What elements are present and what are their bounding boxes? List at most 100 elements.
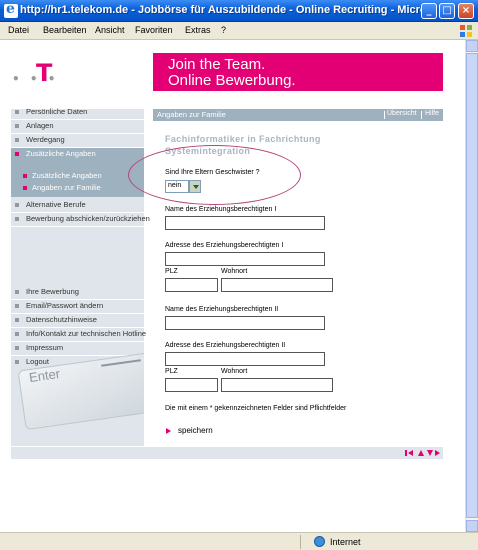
maximize-button[interactable]: □ (439, 3, 455, 19)
guardian1-city-field[interactable] (221, 278, 333, 292)
sidebar-item-datenschutz[interactable]: Datenschutzhinweise (11, 314, 144, 326)
sidebar-item-label: Anlagen (26, 121, 54, 130)
arrow-right-icon[interactable] (166, 428, 171, 434)
guardian2-plz-label: PLZ (165, 368, 178, 375)
guardian2-address-label: Adresse des Erziehungsberechtigten II (165, 342, 286, 349)
sidebar-item-email-passwort[interactable]: Email/Passwort ändern (11, 300, 144, 312)
guardian2-address-field[interactable] (165, 352, 325, 366)
guardian2-city-field[interactable] (221, 378, 333, 392)
siblings-select-value: nein (168, 182, 182, 189)
bullet-icon (23, 174, 27, 178)
close-button[interactable]: × (458, 3, 474, 19)
scroll-thumb[interactable] (466, 53, 478, 518)
vertical-scrollbar[interactable] (465, 40, 478, 532)
divider (384, 111, 385, 119)
next-page-icon[interactable] (435, 450, 440, 456)
bullet-icon (15, 124, 19, 128)
guardian1-address-field[interactable] (165, 252, 325, 266)
siblings-select[interactable]: nein (165, 180, 189, 193)
bullet-icon (15, 332, 19, 336)
menu-bar: Datei Bearbeiten Ansicht Favoriten Extra… (0, 22, 478, 40)
guardian1-address-label: Adresse des Erziehungsberechtigten I (165, 242, 284, 249)
sidebar-item-ihre-bewerbung[interactable]: Ihre Bewerbung (11, 286, 144, 298)
menu-extras[interactable]: Extras (185, 25, 211, 35)
sidebar-item-label: Zusätzliche Angaben (32, 171, 102, 180)
guardian2-city-label: Wohnort (221, 368, 248, 375)
sidebar-item-werdegang[interactable]: Werdegang (11, 134, 144, 146)
sidebar-item-label: Werdegang (26, 135, 65, 144)
guardian1-plz-label: PLZ (165, 268, 178, 275)
bullet-icon (15, 110, 19, 114)
bullet-icon (15, 304, 19, 308)
bullet-icon (15, 318, 19, 322)
window-title: http://hr1.telekom.de - Jobbörse für Aus… (20, 4, 436, 16)
globe-icon (314, 536, 325, 547)
sidebar-item-label: Persönliche Daten (26, 107, 88, 116)
banner-line2: Online Bewerbung. (168, 72, 296, 89)
save-button[interactable]: speichern (178, 426, 213, 435)
sidebar-item-label: Bewerbung abschicken/zurückziehen (26, 214, 150, 223)
section-title: Angaben zur Familie (157, 110, 226, 119)
keyboard-image: Enter (11, 350, 144, 446)
guardian1-name-label: Name des Erziehungsberechtigten I (165, 206, 277, 213)
guardian2-name-label: Name des Erziehungsberechtigten II (165, 306, 279, 313)
security-zone-label: Internet (330, 537, 361, 547)
header-banner: Join the Team. Online Bewerbung. (153, 53, 443, 91)
job-title-line1: Fachinformatiker in Fachrichtung (165, 134, 321, 144)
bullet-icon (15, 217, 19, 221)
sidebar-subitem-angaben-zur-familie[interactable]: Angaben zur Familie (11, 182, 144, 194)
siblings-question-label: Sind Ihre Eltern Geschwister ? (165, 169, 260, 176)
bullet-icon (15, 138, 19, 142)
sidebar-subitem-zusaetzliche-angaben[interactable]: Zusätzliche Angaben (11, 170, 144, 182)
menu-help[interactable]: ? (221, 25, 226, 35)
bullet-icon (23, 186, 27, 190)
sidebar-item-label: Ihre Bewerbung (26, 287, 79, 296)
guardian1-city-label: Wohnort (221, 268, 248, 275)
sidebar-item-label: Zusätzliche Angaben (26, 149, 96, 158)
menu-bearbeiten[interactable]: Bearbeiten (43, 25, 87, 35)
sidebar-item-label: Info/Kontakt zur technischen Hotline (26, 329, 147, 338)
ie-icon (4, 1, 18, 18)
menu-ansicht[interactable]: Ansicht (95, 25, 125, 35)
sidebar-item-zusaetzliche-angaben[interactable]: Zusätzliche Angaben (11, 148, 144, 160)
guardian1-plz-field[interactable] (165, 278, 218, 292)
title-bar: http://hr1.telekom.de - Jobbörse für Aus… (0, 0, 478, 22)
divider (11, 226, 144, 227)
section-header: Angaben zur Familie Übersicht Hilfe (153, 109, 443, 121)
scroll-down-button[interactable] (466, 520, 478, 532)
banner-line1: Join the Team. (168, 56, 266, 73)
footer-bar (11, 447, 443, 459)
scroll-up-button[interactable] (466, 40, 478, 52)
minimize-button[interactable]: _ (421, 3, 437, 19)
sidebar-item-alternative-berufe[interactable]: Alternative Berufe (11, 199, 144, 211)
sidebar-item-label: Email/Passwort ändern (26, 301, 104, 310)
chevron-down-icon[interactable] (189, 180, 201, 193)
sidebar-item-anlagen[interactable]: Anlagen (11, 120, 144, 132)
guardian1-name-field[interactable] (165, 216, 325, 230)
sidebar-item-label: Alternative Berufe (26, 200, 86, 209)
required-fields-note: Die mit einem * gekennzeichneten Felder … (165, 405, 347, 412)
help-link[interactable]: Hilfe (425, 110, 439, 117)
page-down-icon[interactable] (427, 450, 433, 456)
divider (300, 535, 301, 549)
telekom-logo-t: T (36, 59, 53, 87)
overview-link[interactable]: Übersicht (387, 110, 417, 117)
status-bar: Internet (0, 532, 478, 550)
guardian2-name-field[interactable] (165, 316, 325, 330)
menu-datei[interactable]: Datei (8, 25, 29, 35)
first-page-icon[interactable] (408, 450, 413, 456)
first-page-bar-icon[interactable] (405, 450, 407, 456)
page-up-icon[interactable] (418, 450, 424, 456)
sidebar-item-bewerbung-abschicken[interactable]: Bewerbung abschicken/zurückziehen (11, 213, 150, 225)
sidebar-item-label: Datenschutzhinweise (26, 315, 97, 324)
menu-favoriten[interactable]: Favoriten (135, 25, 173, 35)
windows-logo-icon (460, 25, 472, 37)
bullet-icon (15, 152, 19, 156)
sidebar-item-label: Angaben zur Familie (32, 183, 101, 192)
sidebar-item-info-kontakt[interactable]: Info/Kontakt zur technischen Hotline (11, 328, 147, 340)
bullet-icon (15, 290, 19, 294)
divider (421, 111, 422, 119)
sidebar-item-persoenliche-daten[interactable]: Persönliche Daten (11, 106, 144, 118)
bullet-icon (15, 203, 19, 207)
guardian2-plz-field[interactable] (165, 378, 218, 392)
